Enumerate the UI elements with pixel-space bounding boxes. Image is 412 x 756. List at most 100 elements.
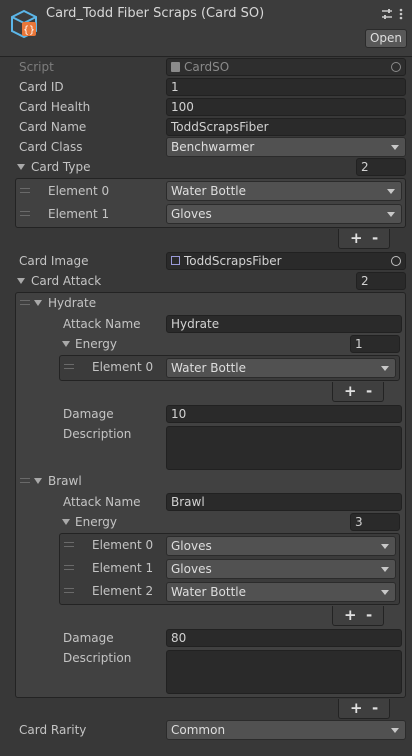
remove-element-button[interactable]: - <box>372 229 378 247</box>
card-name-label: Card Name <box>19 120 87 134</box>
attack-1-name-label: Attack Name <box>63 495 141 509</box>
attack-0-damage-label: Damage <box>63 407 114 421</box>
attack-0-damage-field[interactable]: 10 <box>166 405 402 423</box>
drag-handle-icon[interactable] <box>64 364 74 369</box>
card-type-foldout-icon[interactable] <box>17 164 25 170</box>
attack-1-description-label: Description <box>63 651 132 665</box>
card-type-list-controls: + - <box>338 229 390 249</box>
card-rarity-value: Common <box>171 723 226 737</box>
attack-1-description-field[interactable] <box>166 650 402 694</box>
drag-handle-icon[interactable] <box>20 300 30 305</box>
attack-0-energy-element-0-dropdown[interactable]: Water Bottle <box>166 358 396 378</box>
script-value: CardSO <box>184 60 230 74</box>
attack-0-energy-label[interactable]: Energy <box>75 335 117 353</box>
attack-1-damage-label: Damage <box>63 631 114 645</box>
attack-1-energy-element-0-value: Gloves <box>171 539 212 553</box>
chevron-down-icon <box>391 728 399 733</box>
remove-element-button[interactable]: - <box>366 382 372 400</box>
card-image-value: ToddScrapsFiber <box>184 254 282 268</box>
script-field[interactable]: CardSO <box>166 58 406 76</box>
attack-0-name-label: Attack Name <box>63 317 141 331</box>
card-id-field[interactable]: 1 <box>166 78 406 96</box>
attack-1-name-field[interactable]: Brawl <box>166 493 402 511</box>
scriptable-object-icon: {} <box>8 8 40 40</box>
card-name-field[interactable]: ToddScrapsFiber <box>166 118 406 136</box>
attack-0-description-field[interactable] <box>166 426 402 470</box>
attack-1-energy-list-controls: + - <box>332 606 384 626</box>
card-attack-size-field[interactable]: 2 <box>356 272 406 290</box>
card-image-field[interactable]: ToddScrapsFiber <box>166 252 406 270</box>
card-rarity-dropdown[interactable]: Common <box>166 720 406 740</box>
attack-0-description-label: Description <box>63 427 132 441</box>
card-type-label[interactable]: Card Type <box>31 158 90 176</box>
presets-icon[interactable] <box>381 8 393 20</box>
card-class-label: Card Class <box>19 140 83 154</box>
attack-1-energy-element-2-label: Element 2 <box>92 584 154 598</box>
card-class-value: Benchwarmer <box>171 140 255 154</box>
sprite-icon <box>171 256 180 265</box>
card-type-element-0-dropdown[interactable]: Water Bottle <box>166 181 402 201</box>
remove-element-button[interactable]: - <box>366 606 372 624</box>
object-picker-icon[interactable] <box>391 256 401 266</box>
card-type-element-0-label: Element 0 <box>48 184 110 198</box>
object-picker-icon[interactable] <box>391 62 401 72</box>
attack-0-energy-list-controls: + - <box>332 382 384 402</box>
card-class-dropdown[interactable]: Benchwarmer <box>166 137 406 157</box>
drag-handle-icon[interactable] <box>64 588 74 593</box>
card-health-label: Card Health <box>19 100 91 114</box>
hydrate-foldout-icon[interactable] <box>34 300 42 306</box>
card-type-size-field[interactable]: 2 <box>356 158 406 176</box>
chevron-down-icon <box>391 145 399 150</box>
more-options-icon[interactable] <box>398 8 404 20</box>
card-image-label: Card Image <box>19 254 89 268</box>
attack-1-energy-element-2-dropdown[interactable]: Water Bottle <box>166 582 396 602</box>
brawl-foldout-icon[interactable] <box>34 478 42 484</box>
chevron-down-icon <box>387 212 395 217</box>
drag-handle-icon[interactable] <box>20 188 30 193</box>
card-type-element-1-dropdown[interactable]: Gloves <box>166 204 402 224</box>
script-label: Script <box>19 60 54 74</box>
attack-0-name-field[interactable]: Hydrate <box>166 315 402 333</box>
card-health-field[interactable]: 100 <box>166 98 406 116</box>
attack-1-energy-size-field[interactable]: 3 <box>350 513 400 531</box>
drag-handle-icon[interactable] <box>64 542 74 547</box>
chevron-down-icon <box>381 567 389 572</box>
attack-1-energy-element-1-value: Gloves <box>171 562 212 576</box>
attack-1-energy-element-1-dropdown[interactable]: Gloves <box>166 559 396 579</box>
add-element-button[interactable]: + <box>344 606 357 624</box>
energy-foldout-icon[interactable] <box>62 341 70 347</box>
inspector-title: Card_Todd Fiber Scraps (Card SO) <box>46 6 265 21</box>
card-type-element-0-value: Water Bottle <box>171 184 246 198</box>
chevron-down-icon <box>381 366 389 371</box>
attack-0-header[interactable]: Hydrate <box>48 294 96 312</box>
inspector-header: {} Card_Todd Fiber Scraps (Card SO) Open <box>0 0 412 57</box>
attack-1-energy-label[interactable]: Energy <box>75 513 117 531</box>
open-button[interactable]: Open <box>365 29 407 48</box>
chevron-down-icon <box>387 189 395 194</box>
remove-element-button[interactable]: - <box>372 699 378 717</box>
card-attack-list-controls: + - <box>338 699 390 719</box>
card-attack-foldout-icon[interactable] <box>17 278 25 284</box>
chevron-down-icon <box>381 590 389 595</box>
attack-1-energy-element-0-label: Element 0 <box>92 538 154 552</box>
add-element-button[interactable]: + <box>350 229 363 247</box>
add-element-button[interactable]: + <box>350 699 363 717</box>
drag-handle-icon[interactable] <box>20 478 30 483</box>
add-element-button[interactable]: + <box>344 382 357 400</box>
drag-handle-icon[interactable] <box>64 565 74 570</box>
energy-foldout-icon[interactable] <box>62 519 70 525</box>
chevron-down-icon <box>381 544 389 549</box>
attack-1-energy-element-1-label: Element 1 <box>92 561 154 575</box>
attack-0-energy-size-field[interactable]: 1 <box>350 335 400 353</box>
attack-1-energy-element-0-dropdown[interactable]: Gloves <box>166 536 396 556</box>
attack-1-header[interactable]: Brawl <box>48 472 82 490</box>
svg-text:{}: {} <box>23 25 35 36</box>
drag-handle-icon[interactable] <box>20 211 30 216</box>
attack-0-energy-element-0-label: Element 0 <box>92 360 154 374</box>
card-rarity-label: Card Rarity <box>19 723 87 737</box>
attack-1-damage-field[interactable]: 80 <box>166 629 402 647</box>
card-attack-label[interactable]: Card Attack <box>31 272 101 290</box>
attack-0-energy-element-0-value: Water Bottle <box>171 361 246 375</box>
card-type-element-1-value: Gloves <box>171 207 212 221</box>
script-file-icon <box>171 62 180 72</box>
